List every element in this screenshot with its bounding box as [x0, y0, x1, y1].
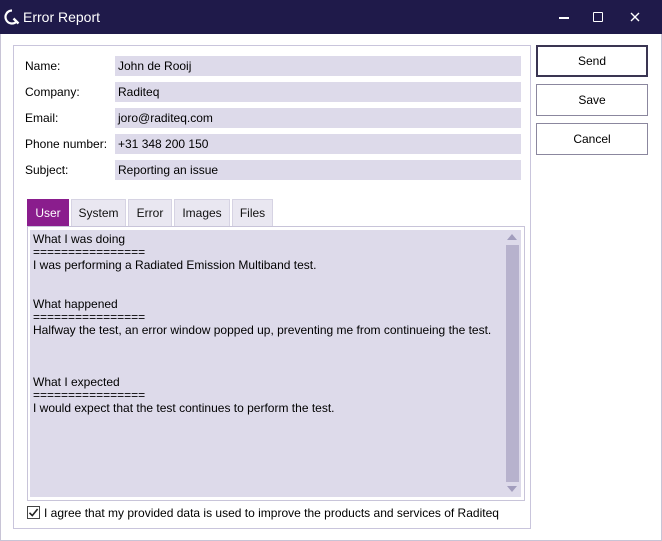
phone-field[interactable]: +31 348 200 150 [115, 134, 521, 154]
cancel-button[interactable]: Cancel [536, 123, 648, 155]
subject-label: Subject: [25, 163, 69, 177]
name-field[interactable]: John de Rooij [115, 56, 521, 76]
tab-files[interactable]: Files [232, 199, 273, 226]
window-title: Error Report [23, 9, 101, 25]
send-button[interactable]: Send [536, 45, 648, 77]
company-label: Company: [25, 85, 80, 99]
email-label: Email: [25, 111, 59, 125]
tab-error[interactable]: Error [128, 199, 172, 226]
company-field[interactable]: Raditeq [115, 82, 521, 102]
tab-system[interactable]: System [71, 199, 126, 226]
scroll-up-arrow-icon[interactable] [507, 234, 517, 240]
maximize-icon [593, 12, 603, 22]
checkmark-icon [28, 508, 39, 517]
name-label: Name: [25, 59, 61, 73]
minimize-icon [559, 17, 569, 19]
subject-field[interactable]: Reporting an issue [115, 160, 521, 180]
tab-images[interactable]: Images [174, 199, 230, 226]
scroll-down-arrow-icon[interactable] [507, 486, 517, 492]
consent-label[interactable]: I agree that my provided data is used to… [44, 505, 499, 521]
report-textarea[interactable]: What I was doing ================ I was … [30, 230, 504, 497]
title-bar: Error Report [0, 0, 662, 34]
email-field[interactable]: joro@raditeq.com [115, 108, 521, 128]
close-icon [630, 12, 640, 22]
close-button[interactable] [612, 0, 658, 34]
save-button[interactable]: Save [536, 84, 648, 116]
consent-checkbox[interactable] [27, 506, 40, 519]
tab-user[interactable]: User [27, 199, 69, 226]
scrollbar-thumb[interactable] [506, 245, 519, 482]
phone-label: Phone number: [25, 137, 108, 151]
raditeq-q-icon [4, 9, 20, 25]
